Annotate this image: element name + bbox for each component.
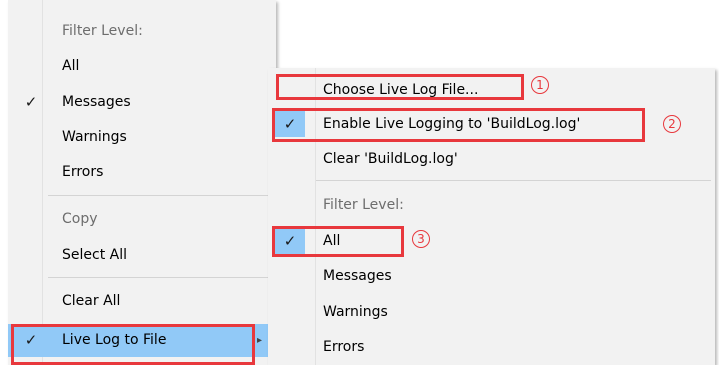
output-context-menu: Filter Level: All ✓ Messages Warnings Er… [8,0,276,365]
live-log-submenu: Choose Live Log File... ✓ Enable Live Lo… [268,68,715,365]
messages-check-icon: ✓ [24,93,38,111]
submenu-filter-all-label: All [323,233,341,249]
filter-level-header-label: Filter Level: [62,23,143,39]
clear-all-label: Clear All [62,293,121,309]
live-log-to-file-item[interactable]: ✓ Live Log to File ▸ [8,324,272,357]
choose-live-log-file-label: Choose Live Log File... [323,82,479,98]
menu-separator [48,277,272,278]
select-all-label: Select All [62,247,127,263]
annotation-marker-3: 3 [412,230,430,248]
screenshot-stage: Filter Level: All ✓ Messages Warnings Er… [0,0,719,365]
annotation-marker-2: 2 [663,115,681,133]
submenu-filter-errors-label: Errors [323,339,365,355]
filter-all-label: All [62,58,80,74]
clear-build-log-label: Clear 'BuildLog.log' [323,151,458,167]
menu-gutter-divider [42,0,43,365]
submenu-all-check-icon: ✓ [275,228,305,254]
filter-warnings-label: Warnings [62,129,127,145]
enable-logging-check-icon: ✓ [275,111,305,137]
submenu-filter-messages-label: Messages [323,268,392,284]
submenu-filter-level-label: Filter Level: [323,197,404,213]
menu-separator [48,195,272,196]
submenu-arrow-icon: ▸ [257,335,263,346]
copy-label: Copy [62,211,98,227]
submenu-separator [316,180,711,181]
live-log-to-file-label: Live Log to File [62,332,167,348]
submenu-gutter-divider [315,68,316,365]
submenu-filter-warnings-label: Warnings [323,304,388,320]
live-log-check-icon: ✓ [24,331,38,349]
enable-live-logging-label: Enable Live Logging to 'BuildLog.log' [323,116,581,132]
filter-errors-label: Errors [62,164,104,180]
annotation-marker-1: 1 [531,76,549,94]
filter-messages-label: Messages [62,94,131,110]
